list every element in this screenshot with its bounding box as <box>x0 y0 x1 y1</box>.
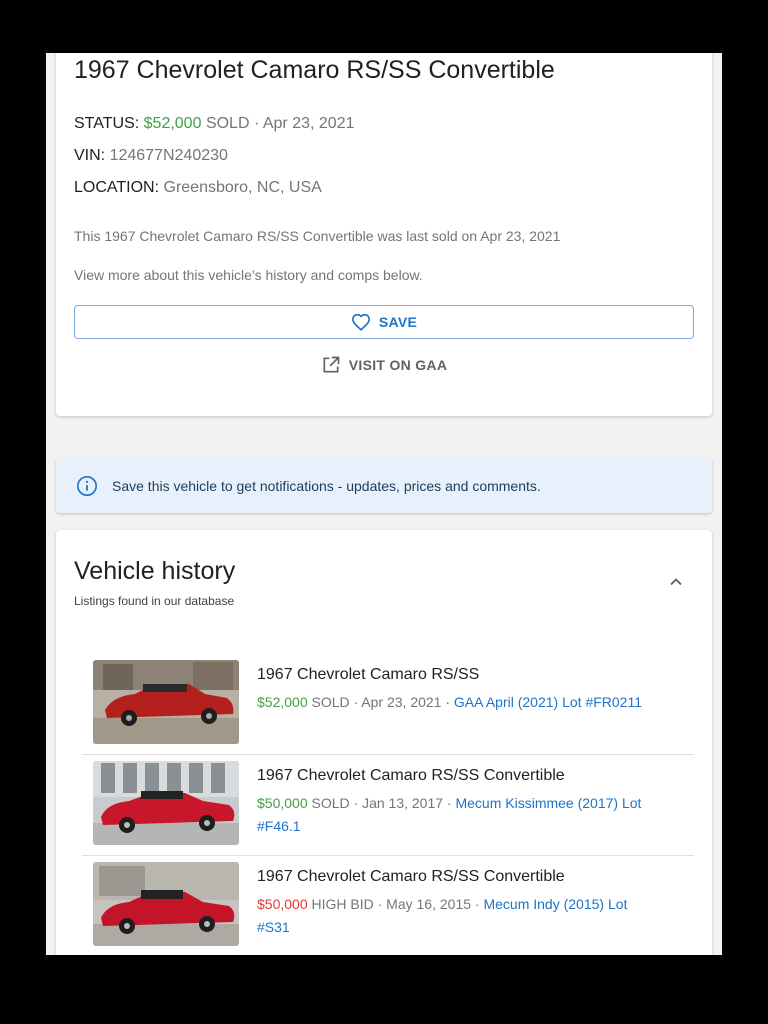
save-button-label: SAVE <box>378 314 418 330</box>
save-button[interactable]: SAVE <box>74 305 694 339</box>
page-viewport: 1967 Chevrolet Camaro RS/SS Convertible … <box>46 53 722 955</box>
status-state: SOLD <box>205 115 250 132</box>
listing-state: SOLD <box>311 694 350 710</box>
listing-details: $50,000 SOLD · Jan 13, 2017 · Mecum Kiss… <box>257 792 657 838</box>
status-date: · Apr 23, 2021 <box>253 115 355 132</box>
listing-details: $52,000 SOLD · Apr 23, 2021 · GAA April … <box>257 691 657 714</box>
status-label: STATUS: <box>74 115 140 132</box>
listing-details: $50,000 HIGH BID · May 16, 2015 · Mecum … <box>257 893 657 939</box>
listing-auction-link[interactable]: GAA April (2021) Lot #FR0211 <box>454 694 642 710</box>
listing-date: · Jan 13, 2017 · <box>353 795 452 811</box>
vehicle-thumbnail[interactable] <box>93 660 239 744</box>
history-subtitle: Listings found in our database <box>74 594 235 608</box>
listing-date: · Apr 23, 2021 · <box>353 694 451 710</box>
vin-value: 124677N240230 <box>109 147 228 164</box>
history-hint-text: View more about this vehicle's history a… <box>74 267 423 283</box>
last-sold-text: This 1967 Chevrolet Camaro RS/SS Convert… <box>74 228 561 244</box>
listing-date: · May 16, 2015 · <box>377 896 480 912</box>
listing-title: 1967 Chevrolet Camaro RS/SS <box>257 666 480 683</box>
notification-banner: Save this vehicle to get notifications -… <box>56 458 712 513</box>
listing-state: HIGH BID <box>311 896 374 912</box>
listing-price: $50,000 <box>257 896 308 912</box>
chevron-up-icon[interactable] <box>666 572 686 592</box>
heart-outline-icon <box>351 313 370 331</box>
history-title: Vehicle history <box>74 557 236 585</box>
history-list-item[interactable]: 1967 Chevrolet Camaro RS/SS Convertible … <box>82 857 694 955</box>
location-field: LOCATION: Greensboro, NC, USA <box>74 179 322 197</box>
vehicle-title: 1967 Chevrolet Camaro RS/SS Convertible <box>74 56 555 84</box>
vehicle-thumbnail[interactable] <box>93 862 239 946</box>
history-list-item[interactable]: 1967 Chevrolet Camaro RS/SS $52,000 SOLD… <box>82 655 694 755</box>
vehicle-history-card: Vehicle history Listings found in our da… <box>56 530 712 955</box>
vin-label: VIN: <box>74 147 106 164</box>
vin-field: VIN: 124677N240230 <box>74 147 228 165</box>
listing-price: $52,000 <box>257 694 308 710</box>
info-icon <box>77 475 97 496</box>
listing-title: 1967 Chevrolet Camaro RS/SS Convertible <box>257 868 565 885</box>
visit-on-gaa-label: VISIT ON GAA <box>348 357 448 373</box>
status-price: $52,000 <box>143 115 202 132</box>
location-value: Greensboro, NC, USA <box>163 179 322 196</box>
status-field: STATUS: $52,000 SOLD · Apr 23, 2021 <box>74 115 354 133</box>
listing-state: SOLD <box>311 795 350 811</box>
notification-text: Save this vehicle to get notifications -… <box>112 477 541 494</box>
vehicle-thumbnail[interactable] <box>93 761 239 845</box>
open-in-new-icon <box>323 356 340 373</box>
history-list-item[interactable]: 1967 Chevrolet Camaro RS/SS Convertible … <box>82 756 694 856</box>
location-label: LOCATION: <box>74 179 160 196</box>
listing-price: $50,000 <box>257 795 308 811</box>
vehicle-summary-card: 1967 Chevrolet Camaro RS/SS Convertible … <box>56 53 712 416</box>
listing-title: 1967 Chevrolet Camaro RS/SS Convertible <box>257 767 565 784</box>
visit-on-gaa-link[interactable]: VISIT ON GAA <box>56 348 712 382</box>
